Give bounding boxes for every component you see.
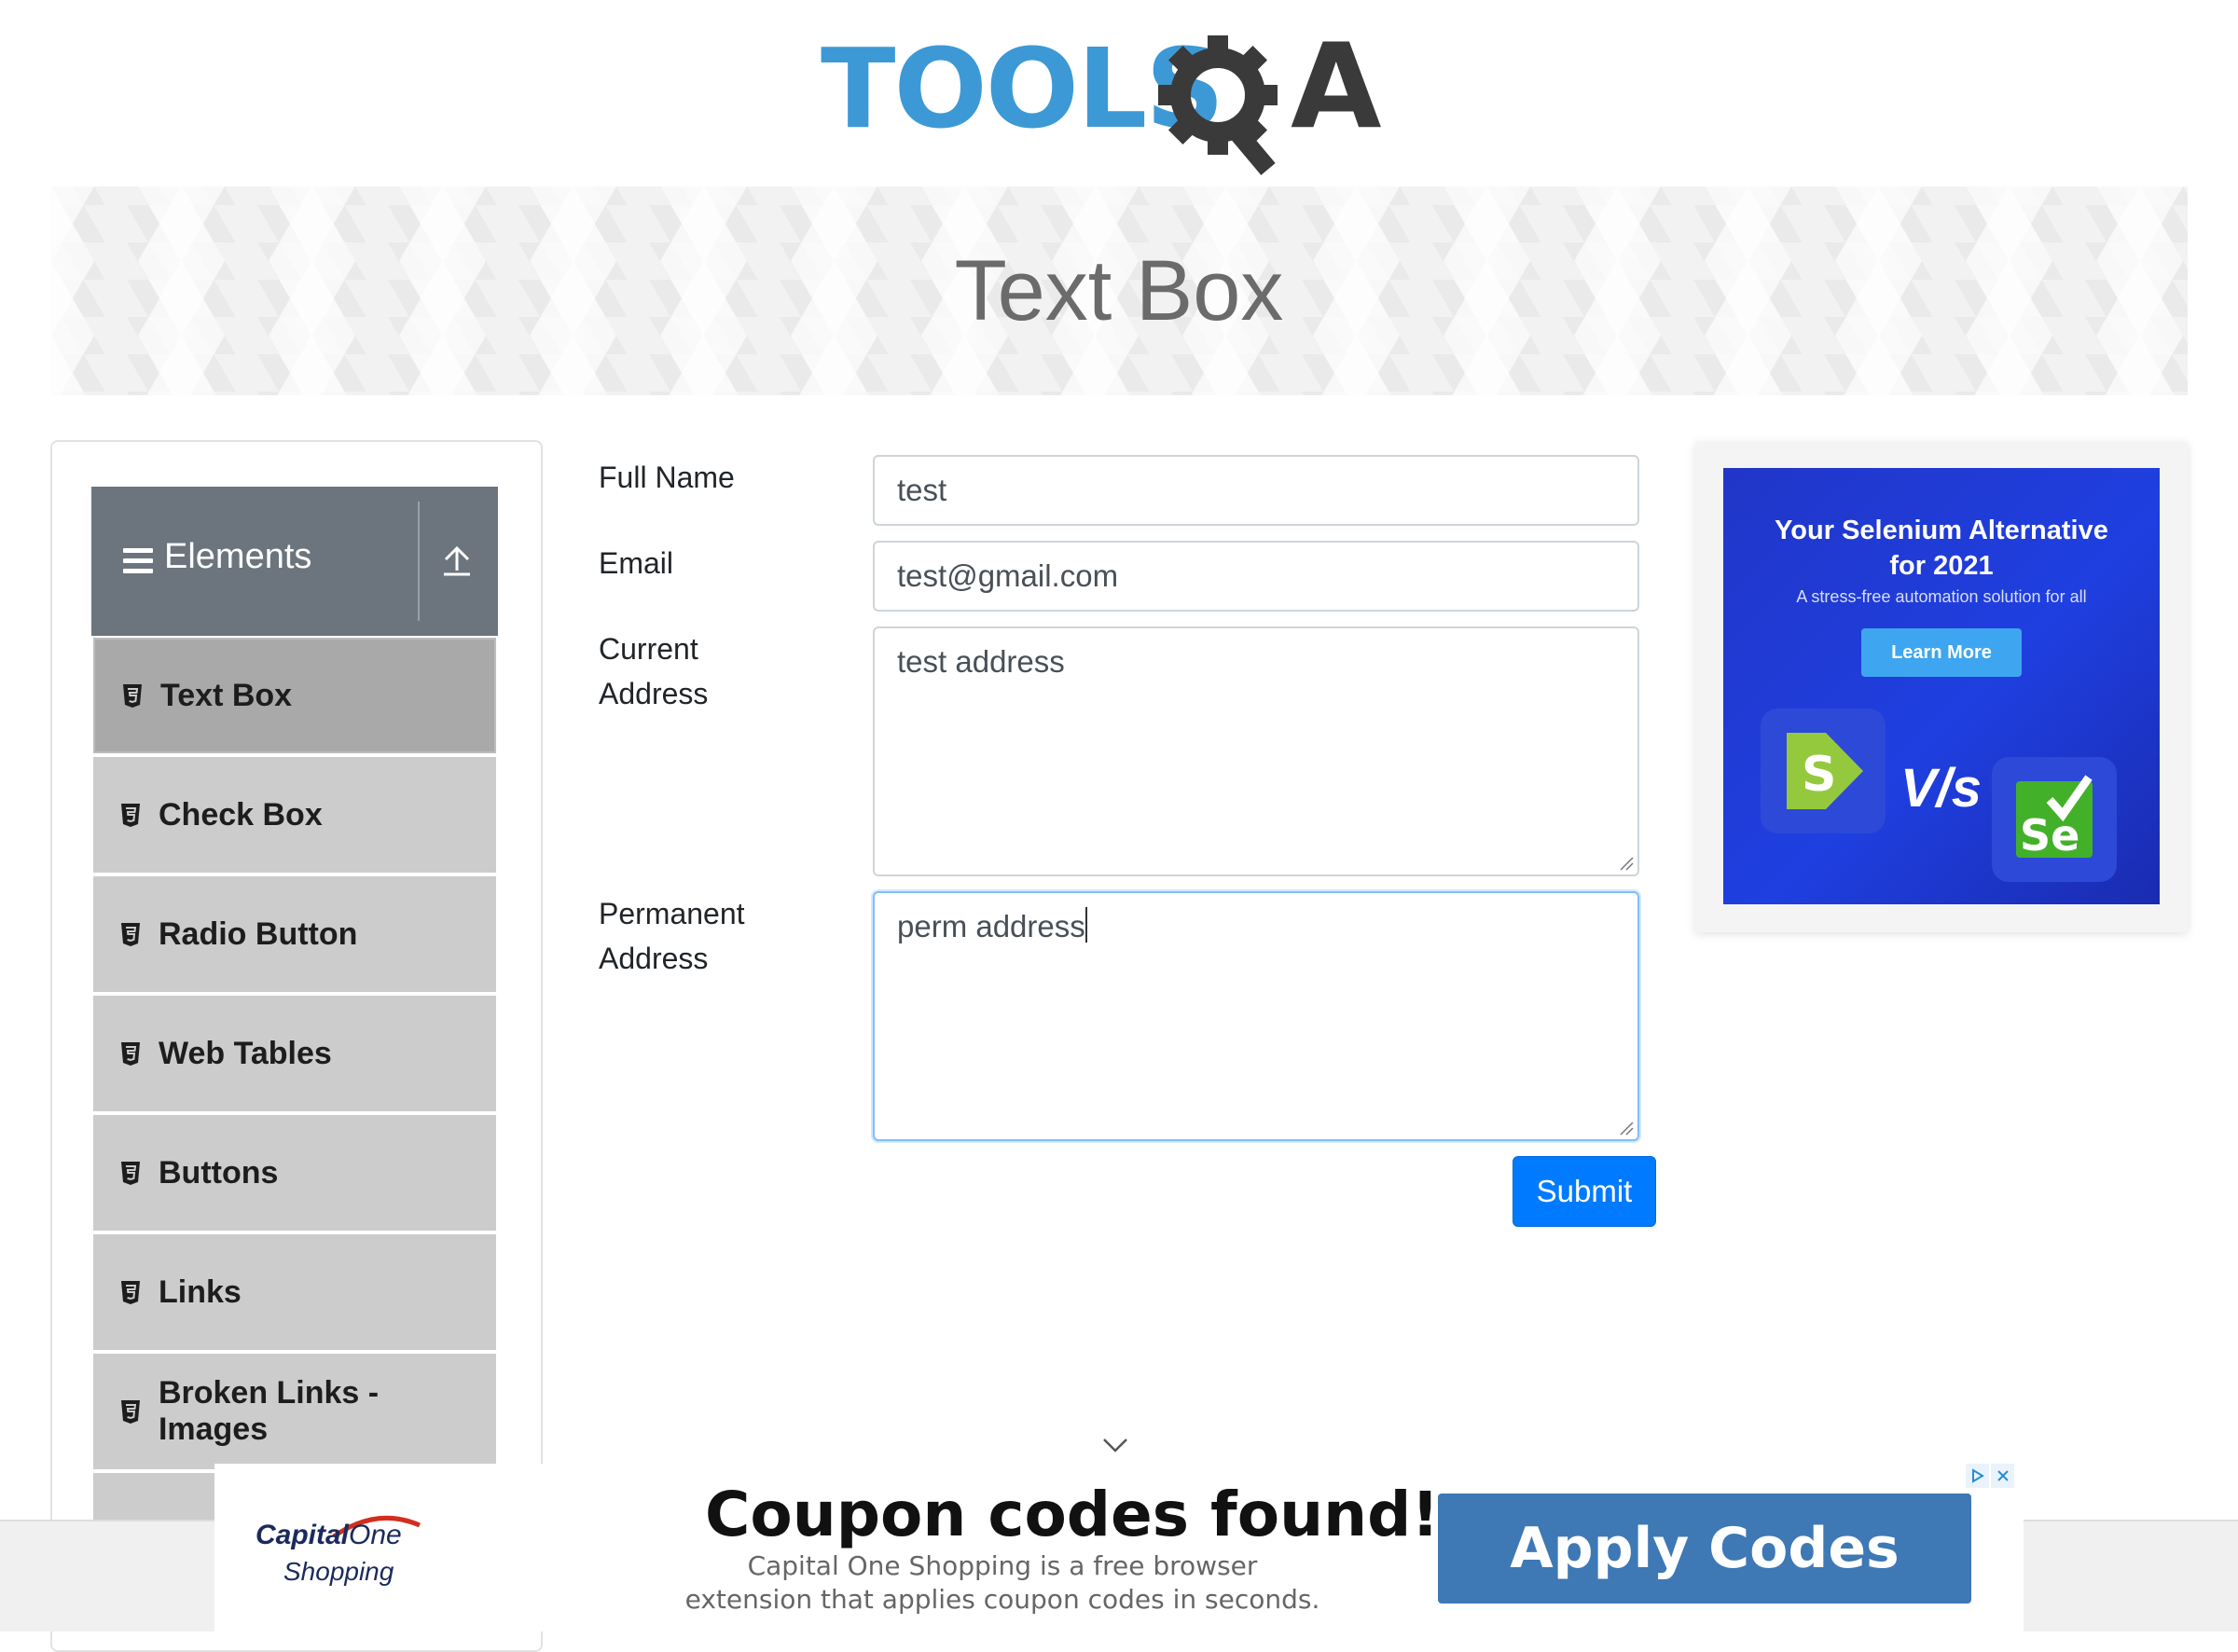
sidebar-item-links[interactable]: Links: [93, 1234, 496, 1350]
sidebar-item-label: Web Tables: [159, 1035, 332, 1071]
sidebar-item-buttons[interactable]: Buttons: [93, 1115, 496, 1231]
resize-handle-icon[interactable]: [1617, 1119, 1634, 1136]
page-banner: Text Box: [50, 186, 2188, 395]
sidebar-item-radio-button[interactable]: Radio Button: [93, 876, 496, 992]
sidebar-item-label: Radio Button: [159, 915, 358, 952]
html5-icon: [123, 684, 142, 708]
ad-vs-text: V/s: [1900, 758, 1982, 819]
email-value: test@gmail.com: [897, 558, 1119, 593]
close-icon[interactable]: [1991, 1464, 2014, 1488]
label-line: Current: [599, 632, 698, 666]
bottom-ad-headline: Coupon codes found!: [705, 1479, 1440, 1550]
bottom-ad-body: Capital One Shopping is a free browser e…: [684, 1550, 1320, 1615]
full-name-input[interactable]: test: [873, 455, 1639, 526]
sidebar-item-web-tables[interactable]: Web Tables: [93, 996, 496, 1111]
resize-handle-icon[interactable]: [1617, 854, 1634, 871]
brand-one: One: [349, 1520, 402, 1550]
logo-letter: A: [1291, 26, 1382, 155]
katalon-logo-icon: S: [1761, 709, 1886, 833]
ad-subtitle: A stress-free automation solution for al…: [1796, 587, 2087, 606]
bottom-ad[interactable]: CapitalOne Shopping Coupon codes found! …: [214, 1464, 2024, 1631]
current-address-textarea[interactable]: test address: [873, 626, 1639, 876]
current-address-value: test address: [897, 644, 1065, 679]
text-caret: [1084, 907, 1087, 943]
brand-shopping: Shopping: [283, 1557, 394, 1586]
html5-icon: [121, 923, 140, 946]
learn-more-button[interactable]: Learn More: [1861, 628, 2022, 677]
sidebar-item-check-box[interactable]: Check Box: [93, 757, 496, 873]
sidebar-item-label: Text Box: [160, 677, 293, 713]
permanent-address-textarea[interactable]: perm address: [873, 891, 1639, 1141]
ad-title: Your Selenium Alternative for 2021: [1723, 513, 2160, 584]
ad-title-line: Your Selenium Alternative: [1775, 516, 2108, 545]
sidebar-item-label: Broken Links - Images: [158, 1375, 380, 1447]
sidebar-item-label: Buttons: [159, 1154, 279, 1191]
capital-one-shopping-logo: CapitalOne Shopping: [256, 1512, 421, 1587]
full-name-label: Full Name: [599, 461, 735, 494]
sidebar-item-label: Check Box: [159, 796, 323, 833]
permanent-address-label: Permanent Address: [599, 891, 745, 981]
adchoices-icon[interactable]: [1966, 1464, 1989, 1488]
label-line: Permanent: [599, 897, 745, 930]
site-logo[interactable]: TOOLS A: [817, 18, 1423, 175]
hamburger-icon: [123, 548, 153, 574]
right-ad[interactable]: Your Selenium Alternative for 2021 A str…: [1723, 468, 2160, 904]
ad-choices[interactable]: [1966, 1464, 2016, 1488]
email-input[interactable]: test@gmail.com: [873, 541, 1639, 612]
current-address-label: Current Address: [599, 626, 708, 716]
page-title: Text Box: [954, 242, 1284, 338]
ad-se-letters: Se: [2020, 810, 2079, 860]
email-label: Email: [599, 546, 674, 580]
apply-codes-button[interactable]: Apply Codes: [1438, 1494, 1971, 1604]
label-line: Address: [599, 677, 709, 710]
sidebar-item-text-box[interactable]: Text Box: [93, 638, 496, 753]
sidebar-group-elements[interactable]: Elements: [91, 487, 498, 636]
permanent-address-value: perm address: [897, 909, 1085, 943]
sidebar-group-title: Elements: [164, 537, 312, 576]
chevron-down-icon[interactable]: [1100, 1436, 1130, 1456]
sidebar-item-label: Links: [159, 1273, 242, 1310]
html5-icon: [121, 804, 140, 827]
ad-s-letter: S: [1802, 747, 1836, 803]
brand-capital: Capital: [256, 1520, 350, 1550]
selenium-logo-icon: Se: [1992, 757, 2117, 882]
html5-icon: [121, 1042, 140, 1066]
html5-icon: [120, 1400, 140, 1424]
html5-icon: [121, 1162, 140, 1185]
ad-title-line: for 2021: [1889, 551, 1994, 581]
divider: [418, 502, 420, 621]
collapse-arrow-icon[interactable]: [435, 539, 479, 584]
full-name-value: test: [897, 473, 947, 507]
label-line: Address: [599, 942, 709, 975]
sidebar-item-broken-links[interactable]: Broken Links - Images: [93, 1354, 496, 1469]
html5-icon: [121, 1281, 140, 1304]
submit-button[interactable]: Submit: [1513, 1156, 1656, 1227]
